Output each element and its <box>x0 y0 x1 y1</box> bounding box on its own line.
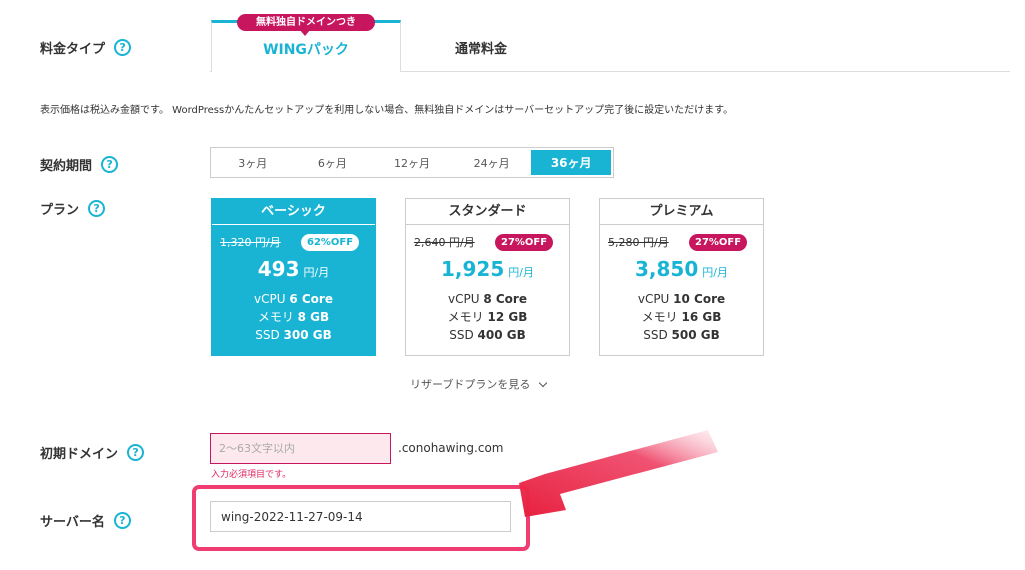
pointer-arrow-icon <box>519 430 718 517</box>
